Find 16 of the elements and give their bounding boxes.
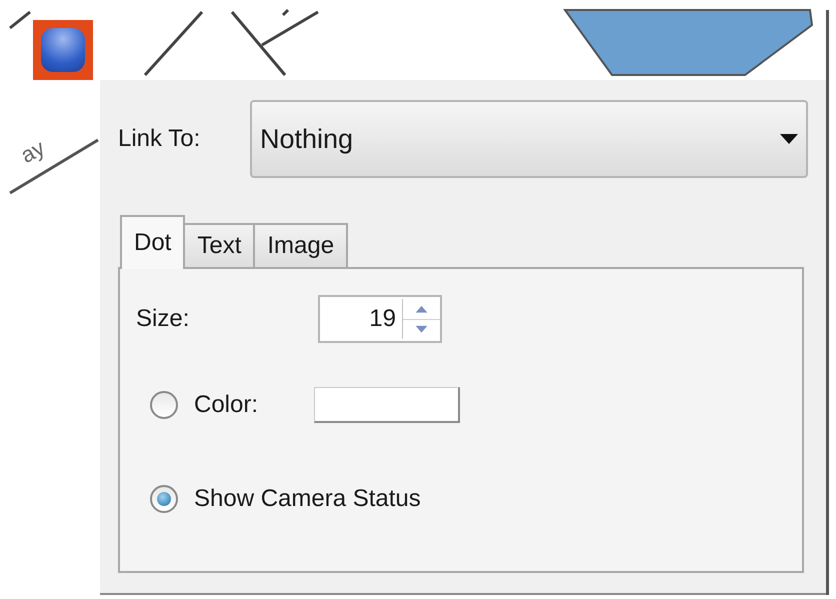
radio-button[interactable] — [150, 391, 178, 419]
size-label: Size: — [136, 304, 190, 334]
tab[interactable]: Image — [253, 223, 348, 269]
tab[interactable]: Text — [183, 223, 256, 269]
option-label: Color: — [194, 390, 260, 420]
link-to-dropdown[interactable]: Nothing — [250, 100, 808, 178]
option-label: Show Camera Status — [194, 484, 421, 514]
radio-button[interactable] — [150, 485, 178, 513]
link-to-label: Link To: — [118, 124, 202, 154]
road-line — [9, 10, 31, 30]
tab[interactable]: Dot — [120, 215, 186, 269]
caret-icon — [780, 134, 798, 144]
road-label: ay — [16, 134, 49, 168]
size-spinner[interactable]: 19 — [318, 295, 442, 343]
color-picker-button[interactable] — [314, 387, 460, 423]
road-line — [144, 11, 204, 76]
